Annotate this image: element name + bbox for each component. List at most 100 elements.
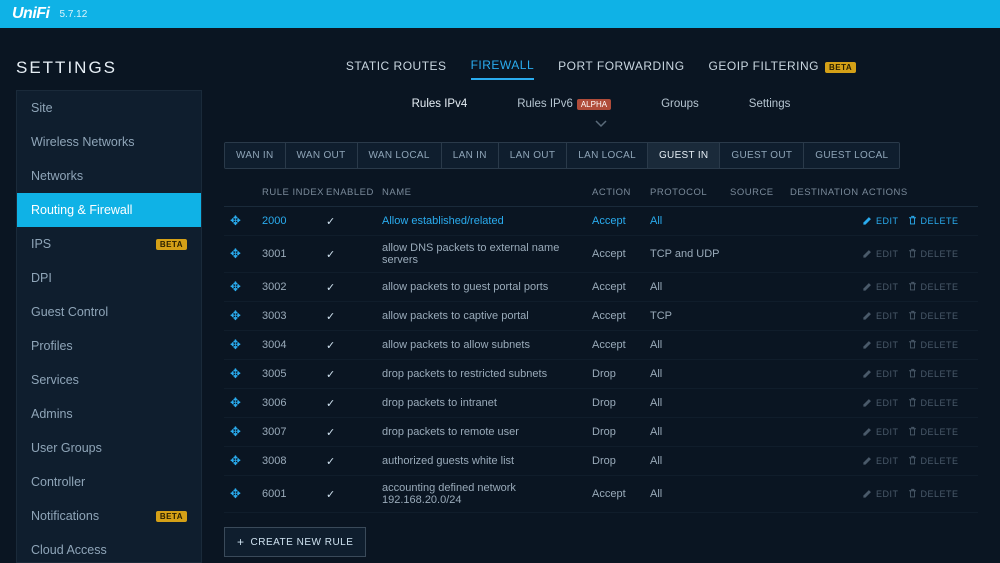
- cell-rule-index: 3006: [262, 397, 326, 409]
- dirtab-guest-in[interactable]: GUEST IN: [648, 143, 720, 168]
- edit-label: EDIT: [876, 249, 899, 259]
- col-actions: ACTIONS: [862, 187, 972, 198]
- pencil-icon: [862, 248, 873, 261]
- subtab-rules-ipv-[interactable]: Rules IPv4: [412, 98, 468, 110]
- drag-handle-icon[interactable]: ✥: [230, 424, 241, 439]
- table-row[interactable]: ✥3001✓allow DNS packets to external name…: [224, 236, 978, 273]
- tab-firewall[interactable]: FIREWALL: [471, 58, 535, 80]
- trash-icon: [907, 215, 918, 228]
- cell-protocol: All: [650, 426, 730, 438]
- dirtab-lan-local[interactable]: LAN LOCAL: [567, 143, 648, 168]
- sub-tabs: Rules IPv4 Rules IPv6ALPHA Groups Settings: [224, 98, 978, 110]
- delete-button[interactable]: DELETE: [907, 368, 959, 381]
- subtab-settings[interactable]: Settings: [749, 98, 791, 110]
- sidebar-item-ips[interactable]: IPSBETA: [17, 227, 201, 261]
- cell-protocol: All: [650, 281, 730, 293]
- drag-handle-icon[interactable]: ✥: [230, 308, 241, 323]
- table-row[interactable]: ✥3007✓drop packets to remote userDropAll…: [224, 418, 978, 447]
- delete-button[interactable]: DELETE: [907, 281, 959, 294]
- delete-button[interactable]: DELETE: [907, 488, 959, 501]
- sidebar-item-guest-control[interactable]: Guest Control: [17, 295, 201, 329]
- delete-button[interactable]: DELETE: [907, 397, 959, 410]
- col-source[interactable]: SOURCE: [730, 187, 790, 198]
- table-row[interactable]: ✥6001✓accounting defined network 192.168…: [224, 476, 978, 513]
- delete-button[interactable]: DELETE: [907, 248, 959, 261]
- drag-handle-icon[interactable]: ✥: [230, 279, 241, 294]
- col-protocol[interactable]: PROTOCOL: [650, 187, 730, 198]
- edit-label: EDIT: [876, 282, 899, 292]
- table-row[interactable]: ✥3008✓authorized guests white listDropAl…: [224, 447, 978, 476]
- table-row[interactable]: ✥3003✓allow packets to captive portalAcc…: [224, 302, 978, 331]
- col-action[interactable]: ACTION: [592, 187, 650, 198]
- edit-label: EDIT: [876, 340, 899, 350]
- dirtab-guest-out[interactable]: GUEST OUT: [720, 143, 804, 168]
- cell-protocol: TCP: [650, 310, 730, 322]
- sidebar-item-cloud-access[interactable]: Cloud Access: [17, 533, 201, 563]
- edit-label: EDIT: [876, 456, 899, 466]
- alpha-badge: ALPHA: [577, 99, 611, 110]
- dirtab-lan-in[interactable]: LAN IN: [442, 143, 499, 168]
- table-row[interactable]: ✥2000✓Allow established/relatedAcceptAll…: [224, 207, 978, 236]
- edit-button[interactable]: EDIT: [862, 455, 899, 468]
- edit-button[interactable]: EDIT: [862, 426, 899, 439]
- table-row[interactable]: ✥3002✓allow packets to guest portal port…: [224, 273, 978, 302]
- sidebar-item-site[interactable]: Site: [17, 91, 201, 125]
- drag-handle-icon[interactable]: ✥: [230, 453, 241, 468]
- delete-button[interactable]: DELETE: [907, 426, 959, 439]
- dirtab-wan-local[interactable]: WAN LOCAL: [358, 143, 442, 168]
- sidebar-item-routing-firewall[interactable]: Routing & Firewall: [17, 193, 201, 227]
- sidebar-item-networks[interactable]: Networks: [17, 159, 201, 193]
- edit-button[interactable]: EDIT: [862, 339, 899, 352]
- drag-handle-icon[interactable]: ✥: [230, 246, 241, 261]
- edit-button[interactable]: EDIT: [862, 488, 899, 501]
- delete-button[interactable]: DELETE: [907, 215, 959, 228]
- cell-enabled: ✓: [326, 248, 382, 261]
- subtab-groups[interactable]: Groups: [661, 98, 699, 110]
- table-row[interactable]: ✥3006✓drop packets to intranetDropAllEDI…: [224, 389, 978, 418]
- cell-enabled: ✓: [326, 397, 382, 410]
- edit-button[interactable]: EDIT: [862, 368, 899, 381]
- sidebar-item-label: User Groups: [31, 441, 102, 455]
- cell-protocol: All: [650, 488, 730, 500]
- dirtab-wan-in[interactable]: WAN IN: [225, 143, 286, 168]
- tab-geoip-filtering[interactable]: GEOIP FILTERINGBETA: [709, 59, 857, 79]
- sidebar-item-wireless-networks[interactable]: Wireless Networks: [17, 125, 201, 159]
- cell-protocol: TCP and UDP: [650, 248, 730, 260]
- drag-handle-icon[interactable]: ✥: [230, 486, 241, 501]
- dirtab-lan-out[interactable]: LAN OUT: [499, 143, 567, 168]
- sidebar-item-notifications[interactable]: NotificationsBETA: [17, 499, 201, 533]
- subtab-rules-ipv-[interactable]: Rules IPv6ALPHA: [517, 98, 611, 110]
- drag-handle-icon[interactable]: ✥: [230, 395, 241, 410]
- drag-handle-icon[interactable]: ✥: [230, 337, 241, 352]
- create-new-rule-button[interactable]: + CREATE NEW RULE: [224, 527, 366, 557]
- edit-button[interactable]: EDIT: [862, 281, 899, 294]
- table-row[interactable]: ✥3005✓drop packets to restricted subnets…: [224, 360, 978, 389]
- sidebar-item-services[interactable]: Services: [17, 363, 201, 397]
- delete-button[interactable]: DELETE: [907, 455, 959, 468]
- table-row[interactable]: ✥3004✓allow packets to allow subnetsAcce…: [224, 331, 978, 360]
- sidebar-item-profiles[interactable]: Profiles: [17, 329, 201, 363]
- drag-handle-icon[interactable]: ✥: [230, 366, 241, 381]
- sidebar-item-user-groups[interactable]: User Groups: [17, 431, 201, 465]
- dirtab-wan-out[interactable]: WAN OUT: [286, 143, 358, 168]
- delete-label: DELETE: [921, 340, 959, 350]
- tab-static-routes[interactable]: STATIC ROUTES: [346, 59, 447, 79]
- col-enabled[interactable]: ENABLED: [326, 187, 382, 198]
- sidebar-item-controller[interactable]: Controller: [17, 465, 201, 499]
- delete-button[interactable]: DELETE: [907, 339, 959, 352]
- edit-button[interactable]: EDIT: [862, 215, 899, 228]
- chevron-down-icon[interactable]: [224, 118, 978, 132]
- drag-handle-icon[interactable]: ✥: [230, 213, 241, 228]
- delete-button[interactable]: DELETE: [907, 310, 959, 323]
- tab-port-forwarding[interactable]: PORT FORWARDING: [558, 59, 684, 79]
- edit-button[interactable]: EDIT: [862, 310, 899, 323]
- sidebar-item-label: IPS: [31, 237, 51, 251]
- col-rule-index[interactable]: RULE INDEX: [262, 187, 326, 198]
- edit-button[interactable]: EDIT: [862, 248, 899, 261]
- col-name[interactable]: NAME: [382, 187, 592, 198]
- edit-button[interactable]: EDIT: [862, 397, 899, 410]
- sidebar-item-dpi[interactable]: DPI: [17, 261, 201, 295]
- sidebar-item-admins[interactable]: Admins: [17, 397, 201, 431]
- dirtab-guest-local[interactable]: GUEST LOCAL: [804, 143, 899, 168]
- col-destination[interactable]: DESTINATION: [790, 187, 862, 198]
